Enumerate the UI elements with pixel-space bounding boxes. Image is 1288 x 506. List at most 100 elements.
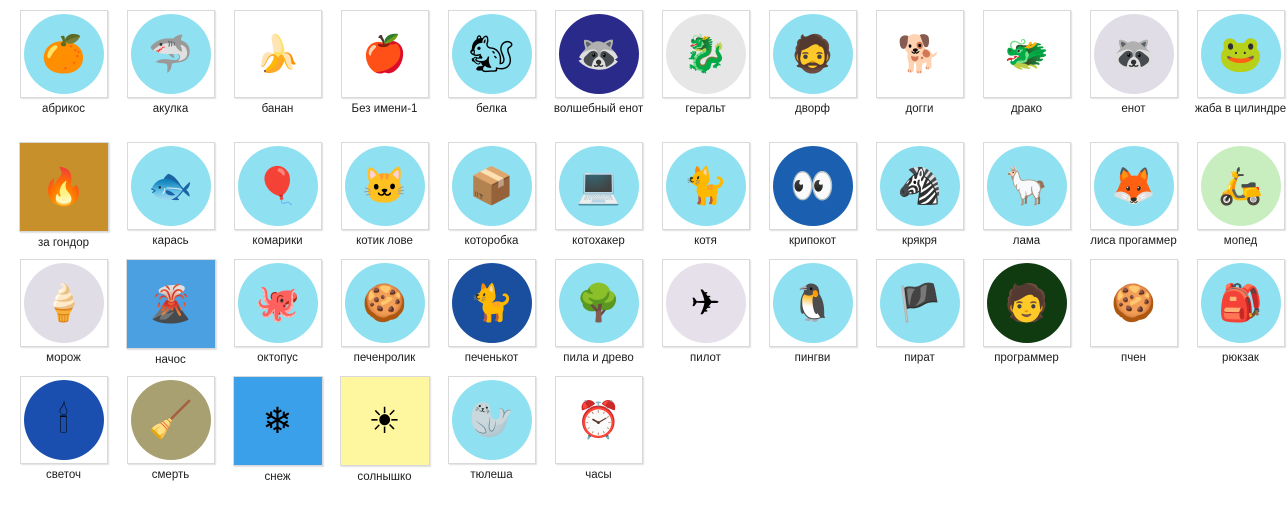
thumbnail[interactable]: 🦓 — [875, 142, 964, 230]
thumbnail[interactable]: 🐈 — [447, 259, 536, 347]
file-item[interactable]: 🐈 котя — [652, 141, 759, 258]
thumbnail[interactable]: 🍊 — [19, 10, 108, 98]
file-item[interactable]: 🍪 печенролик — [331, 258, 438, 375]
file-item[interactable]: 🧹 смерть — [117, 375, 224, 495]
thumbnail[interactable]: 🐕 — [875, 10, 964, 98]
thumbnail-image: 🛵 — [1200, 146, 1281, 226]
file-item[interactable]: 🕯 светоч — [10, 375, 117, 495]
thumbnail[interactable]: 📦 — [447, 142, 536, 230]
file-item[interactable]: ⏰ часы — [545, 375, 652, 495]
thumbnail[interactable]: 🐟 — [126, 142, 215, 230]
file-item[interactable]: 🎈 комарики — [224, 141, 331, 258]
file-item[interactable]: 🐲 драко — [973, 9, 1080, 141]
file-item[interactable]: 🍎 Без имени-1 — [331, 9, 438, 141]
file-item[interactable]: 🐕 догги — [866, 9, 973, 141]
thumbnail[interactable]: 🏴 — [875, 259, 964, 347]
file-item[interactable]: 🦓 крякря — [866, 141, 973, 258]
file-item[interactable]: ☀ солнышко — [331, 375, 438, 495]
file-item[interactable]: 🐉 геральт — [652, 9, 759, 141]
thumbnail[interactable]: 🍎 — [340, 10, 429, 98]
raccoon-icon: 🦝 — [1111, 33, 1156, 74]
file-item[interactable]: 🐿 белка — [438, 9, 545, 141]
file-name: печенролик — [353, 352, 416, 364]
thumbnail[interactable]: 🐉 — [661, 10, 750, 98]
thumbnail[interactable]: 🧔 — [768, 10, 857, 98]
thumbnail[interactable]: ❄ — [232, 376, 323, 466]
thumbnail[interactable]: 🧑 — [982, 259, 1071, 347]
file-item[interactable]: 🦭 тюлеша — [438, 375, 545, 495]
thumbnail[interactable]: 🐸 — [1196, 10, 1285, 98]
thumbnail[interactable]: 🍪 — [1089, 259, 1178, 347]
file-item[interactable]: 🛵 мопед — [1187, 141, 1288, 258]
thumbnail[interactable]: 🦈 — [126, 10, 215, 98]
thumbnail[interactable]: 🐈 — [661, 142, 750, 230]
thumbnail-image: 📦 — [451, 146, 532, 226]
seal-icon: 🦭 — [469, 399, 514, 440]
thumbnail[interactable]: ✈ — [661, 259, 750, 347]
thumbnail[interactable]: 🧹 — [126, 376, 215, 464]
thumbnail[interactable]: 🎒 — [1196, 259, 1285, 347]
file-item[interactable]: 🦊 лиса прогаммер — [1080, 141, 1187, 258]
thumbnail[interactable]: 🦝 — [554, 10, 643, 98]
thumbnail[interactable]: 👀 — [768, 142, 857, 230]
file-item[interactable]: 🦝 енот — [1080, 9, 1187, 141]
file-item[interactable]: 🐱 котик лове — [331, 141, 438, 258]
thumbnail[interactable]: 🔥 — [18, 142, 109, 232]
thumbnail[interactable]: 🎈 — [233, 142, 322, 230]
thumbnail[interactable]: 🦭 — [447, 376, 536, 464]
thumbnail[interactable]: 🛵 — [1196, 142, 1285, 230]
file-item[interactable]: 🏴 пират — [866, 258, 973, 375]
file-item[interactable]: 🧑 программер — [973, 258, 1080, 375]
thumbnail[interactable]: 🕯 — [19, 376, 108, 464]
pirate-icon: 🏴 — [897, 282, 942, 323]
thumbnail[interactable]: 🐿 — [447, 10, 536, 98]
file-item[interactable]: 🦙 лама — [973, 141, 1080, 258]
file-item[interactable]: 🧔 дворф — [759, 9, 866, 141]
thumbnail[interactable]: 🦙 — [982, 142, 1071, 230]
frog-in-tophat-icon: 🐸 — [1218, 33, 1263, 74]
thumbnail[interactable]: ☀ — [339, 376, 430, 466]
file-item[interactable]: 🔥 за гондор — [10, 141, 117, 258]
file-item[interactable]: 🎒 рюкзак — [1187, 258, 1288, 375]
file-item[interactable]: 🐟 карась — [117, 141, 224, 258]
file-item[interactable]: 🐙 октопус — [224, 258, 331, 375]
file-item[interactable]: 📦 которобка — [438, 141, 545, 258]
file-item[interactable]: 👀 крипокот — [759, 141, 866, 258]
thumbnail[interactable]: 🍪 — [340, 259, 429, 347]
thumbnail[interactable]: 🍦 — [19, 259, 108, 347]
file-item[interactable]: 🍌 банан — [224, 9, 331, 141]
thumbnail-image: 🐟 — [130, 146, 211, 226]
thumbnail-image: 🦓 — [879, 146, 960, 226]
file-item[interactable]: 🍦 морож — [10, 258, 117, 375]
file-name: котик лове — [356, 235, 413, 247]
file-item[interactable]: 🐸 жаба в цилиндре — [1187, 9, 1288, 141]
thumbnail[interactable]: 🦊 — [1089, 142, 1178, 230]
file-item[interactable]: 🍪 пчен — [1080, 258, 1187, 375]
file-item[interactable]: 🐧 пингви — [759, 258, 866, 375]
file-item[interactable]: 🐈 печенькот — [438, 258, 545, 375]
file-item[interactable]: 🌋 начос — [117, 258, 224, 375]
thumbnail[interactable]: 🐲 — [982, 10, 1071, 98]
thumbnail-image: 🐈 — [665, 146, 746, 226]
thumbnail[interactable]: 💻 — [554, 142, 643, 230]
file-item[interactable]: 🌳 пила и древо — [545, 258, 652, 375]
thumbnail[interactable]: 🦝 — [1089, 10, 1178, 98]
file-item[interactable]: 🍊 абрикос — [10, 9, 117, 141]
file-name: рюкзак — [1222, 352, 1259, 364]
file-item[interactable]: ✈ пилот — [652, 258, 759, 375]
thumbnail[interactable]: 🐙 — [233, 259, 322, 347]
thumbnail[interactable]: 🌳 — [554, 259, 643, 347]
thumbnail[interactable]: ⏰ — [554, 376, 643, 464]
thumbnail[interactable]: 🐱 — [340, 142, 429, 230]
file-name: драко — [1010, 103, 1043, 115]
file-name: пчен — [1121, 352, 1146, 364]
file-item[interactable]: 🦝 волшебный енот — [545, 9, 652, 141]
file-item[interactable]: 💻 котохакер — [545, 141, 652, 258]
file-item[interactable]: 🦈 акулка — [117, 9, 224, 141]
file-item[interactable]: ❄ снеж — [224, 375, 331, 495]
thumbnail[interactable]: 🌋 — [125, 259, 216, 349]
thumbnail[interactable]: 🍌 — [233, 10, 322, 98]
duck-zebra-icon: 🦓 — [897, 165, 942, 206]
file-name: карась — [152, 235, 189, 247]
thumbnail[interactable]: 🐧 — [768, 259, 857, 347]
